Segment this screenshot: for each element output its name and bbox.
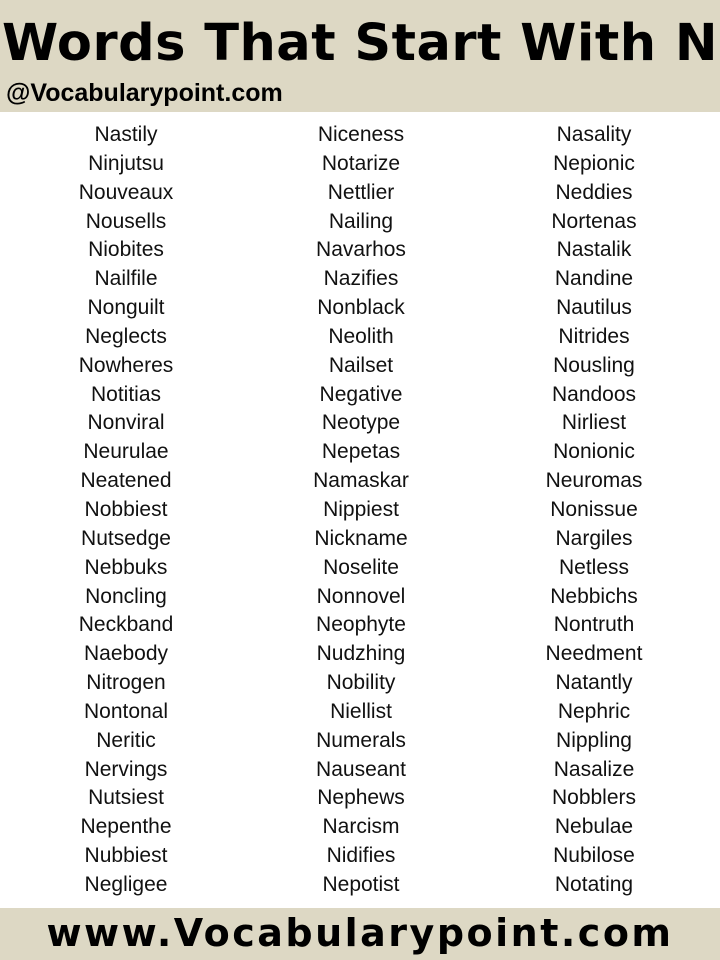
word-item: Nasality	[556, 123, 632, 146]
word-item: Nebbichs	[550, 584, 638, 608]
word-item: Nazifies	[323, 267, 399, 291]
word-item: Nonionic	[553, 440, 635, 464]
word-item: Nirliest	[561, 411, 627, 435]
word-item: Noncling	[85, 584, 167, 608]
word-item: Nowheres	[78, 353, 174, 377]
word-item: Negligee	[84, 872, 168, 896]
word-item: Nippiest	[323, 497, 399, 521]
word-item: Negative	[319, 382, 403, 406]
word-item: Nobility	[326, 671, 396, 695]
word-item: Nobblers	[551, 786, 637, 810]
word-item: Navarhos	[316, 238, 406, 262]
word-item: Notarize	[321, 151, 401, 175]
word-item: Nubilose	[553, 844, 635, 868]
word-item: Needment	[545, 642, 643, 666]
word-column-3: Nasality Nepionic Neddies Nortenas Nastalik N…	[514, 121, 674, 900]
word-item: Naebody	[83, 642, 169, 666]
word-item: Nubbiest	[84, 844, 168, 868]
word-item: Nephric	[557, 699, 631, 723]
word-item: Nonguilt	[87, 296, 165, 320]
word-item: Niceness	[317, 123, 405, 146]
word-item: Nonviral	[87, 411, 165, 435]
word-item: Neglects	[85, 324, 167, 348]
word-item: Neckband	[78, 613, 174, 637]
word-item: Neatened	[80, 469, 172, 493]
word-item: Noselite	[323, 555, 399, 579]
word-item: Nickname	[314, 526, 408, 550]
word-item: Natantly	[555, 671, 633, 695]
word-column-1: Nastily Ninjutsu Nouveaux Nousells Niobites N…	[46, 121, 206, 900]
word-item: Nasalize	[553, 757, 635, 781]
word-item: Neritic	[96, 728, 156, 752]
word-item: Nousells	[85, 209, 167, 233]
word-item: Nargiles	[555, 526, 633, 550]
word-item: Nepenthe	[80, 815, 172, 839]
word-item: Nonnovel	[316, 584, 406, 608]
word-item: Nortenas	[551, 209, 637, 233]
word-item: Narcism	[322, 815, 400, 839]
word-item: Nontruth	[553, 613, 635, 637]
word-item: Notitias	[90, 382, 162, 406]
word-item: Nauseant	[316, 757, 406, 781]
word-item: Nidifies	[326, 844, 396, 868]
word-item: Neophyte	[316, 613, 406, 637]
word-item: Nandine	[554, 267, 634, 291]
word-item: Nonissue	[550, 497, 638, 521]
word-item: Nastily	[94, 123, 158, 146]
word-item: Notating	[554, 872, 634, 896]
word-item: Nebbuks	[84, 555, 168, 579]
word-item: Nobbiest	[84, 497, 168, 521]
word-item: Neolith	[328, 324, 394, 348]
page-title: Words That Start With N	[1, 14, 719, 73]
word-item: Neurulae	[83, 440, 169, 464]
site-handle: @Vocabularypoint.com	[6, 79, 283, 107]
word-item: Nailfile	[94, 267, 158, 291]
footer-banner: www.Vocabularypoint.com	[0, 908, 720, 960]
word-item: Nitrides	[558, 324, 630, 348]
word-item: Nonblack	[317, 296, 405, 320]
word-item: Nippling	[556, 728, 632, 752]
word-item: Nutsiest	[88, 786, 164, 810]
word-item: Nepotist	[322, 872, 400, 896]
word-item: Nervings	[84, 757, 168, 781]
word-item: Nitrogen	[86, 671, 166, 695]
word-item: Nailing	[328, 209, 394, 233]
word-item: Nutsedge	[81, 526, 171, 550]
word-item: Neuromas	[545, 469, 643, 493]
word-item: Nastalik	[556, 238, 632, 262]
word-item: Ninjutsu	[88, 151, 164, 175]
word-item: Nepetas	[321, 440, 401, 464]
word-item: Numerals	[316, 728, 406, 752]
word-item: Niobites	[88, 238, 164, 262]
word-item: Namaskar	[313, 469, 409, 493]
word-item: Nepionic	[553, 151, 635, 175]
word-item: Nouveaux	[78, 180, 174, 204]
word-item: Nailset	[328, 353, 394, 377]
word-item: Nettlier	[327, 180, 395, 204]
word-column-2: Niceness Notarize Nettlier Nailing Navarhos N…	[281, 121, 441, 900]
word-item: Neotype	[321, 411, 401, 435]
website-url: www.Vocabularypoint.com	[46, 911, 674, 955]
word-item: Neddies	[555, 180, 633, 204]
word-item: Nandoos	[551, 382, 637, 406]
word-item: Nautilus	[556, 296, 632, 320]
word-item: Nudzhing	[316, 642, 406, 666]
word-item: Nousling	[553, 353, 635, 377]
header-banner: Words That Start With N @Vocabularypoint…	[0, 0, 720, 112]
word-item: Nephews	[317, 786, 405, 810]
word-item: Niellist	[330, 699, 392, 723]
word-item: Netless	[558, 555, 630, 579]
word-item: Nebulae	[554, 815, 634, 839]
word-item: Nontonal	[83, 699, 169, 723]
